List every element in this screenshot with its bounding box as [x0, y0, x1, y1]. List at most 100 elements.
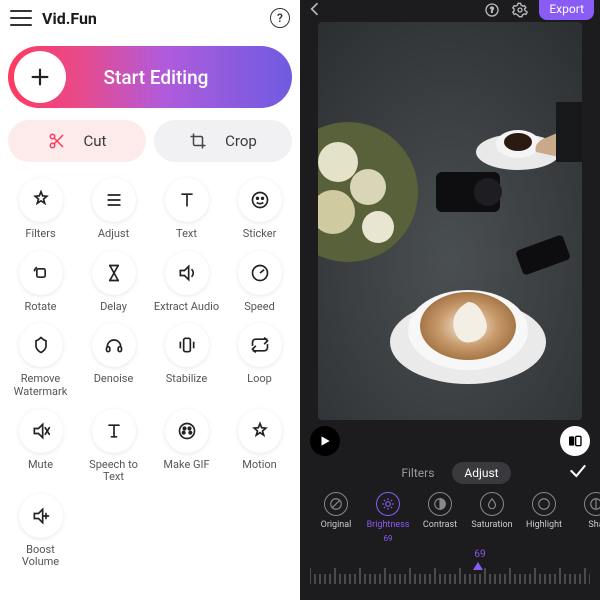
adjust-icon	[92, 178, 136, 222]
tool-delay[interactable]: Delay	[77, 251, 150, 314]
extract-audio-icon	[165, 251, 209, 295]
loop-icon	[238, 323, 282, 367]
tool-label: Speed	[244, 301, 275, 314]
tool-sticker[interactable]: Sticker	[223, 178, 296, 241]
tool-label: Make GIF	[163, 459, 209, 472]
speech-to-text-icon	[92, 409, 136, 453]
tool-rotate[interactable]: Rotate	[4, 251, 77, 314]
boost-volume-icon	[19, 494, 63, 538]
play-button[interactable]	[310, 426, 340, 456]
denoise-icon	[92, 323, 136, 367]
tool-motion[interactable]: Motion	[223, 409, 296, 484]
video-preview[interactable]	[318, 22, 582, 420]
tool-make-gif[interactable]: Make GIF	[150, 409, 223, 484]
stabilize-icon	[165, 323, 209, 367]
tool-label: Stabilize	[166, 373, 208, 386]
adjust-label: Contrast	[423, 520, 457, 530]
tool-remove-watermark[interactable]: Remove Watermark	[4, 323, 77, 398]
saturation-icon	[480, 492, 504, 516]
plus-icon	[14, 51, 66, 103]
tab-adjust[interactable]: Adjust	[452, 462, 510, 484]
tool-loop[interactable]: Loop	[223, 323, 296, 398]
home-panel: Vid.Fun ? Start Editing Cut Crop	[0, 0, 300, 600]
editor-panel: ? Export	[300, 0, 600, 600]
text-icon	[165, 178, 209, 222]
tab-filters[interactable]: Filters	[389, 462, 446, 484]
rotate-icon	[19, 251, 63, 295]
compare-icon[interactable]	[560, 426, 590, 456]
scissors-icon	[48, 132, 66, 150]
adjust-value: 69	[384, 534, 393, 543]
slider-value: 69	[370, 549, 590, 560]
remove-watermark-icon	[19, 323, 63, 367]
tool-label: Motion	[242, 459, 277, 472]
cut-button[interactable]: Cut	[8, 120, 146, 162]
help-icon[interactable]: ?	[270, 8, 290, 28]
crop-label: Crop	[225, 132, 257, 150]
shadow-icon	[584, 492, 600, 516]
tool-mute[interactable]: Mute	[4, 409, 77, 484]
adjust-slider[interactable]: 69	[300, 545, 600, 584]
make-gif-icon	[165, 409, 209, 453]
adjust-highlight[interactable]: Highlight	[518, 492, 570, 543]
tool-label: Rotate	[24, 301, 56, 314]
svg-text:?: ?	[491, 6, 495, 15]
tool-extract-audio[interactable]: Extract Audio	[150, 251, 223, 314]
tool-stabilize[interactable]: Stabilize	[150, 323, 223, 398]
crop-button[interactable]: Crop	[154, 120, 292, 162]
tool-filters[interactable]: Filters	[4, 178, 77, 241]
tool-denoise[interactable]: Denoise	[77, 323, 150, 398]
tool-speech-to-text[interactable]: Speech to Text	[77, 409, 150, 484]
tool-label: Sticker	[243, 228, 277, 241]
adjust-contrast[interactable]: Contrast	[414, 492, 466, 543]
menu-icon[interactable]	[10, 10, 32, 26]
original-icon	[324, 492, 348, 516]
contrast-icon	[428, 492, 452, 516]
settings-icon[interactable]	[511, 1, 529, 19]
tool-label: Boost Volume	[7, 544, 75, 569]
tool-label: Extract Audio	[154, 301, 219, 314]
motion-icon	[238, 409, 282, 453]
crop-icon	[189, 132, 207, 150]
cut-label: Cut	[84, 132, 107, 150]
tool-label: Delay	[100, 301, 127, 314]
delay-icon	[92, 251, 136, 295]
speed-icon	[238, 251, 282, 295]
tools-grid: Filters Adjust Text Sticker Rotate Delay Extra…	[0, 174, 300, 569]
tool-text[interactable]: Text	[150, 178, 223, 241]
adjust-label: Saturation	[471, 520, 512, 530]
confirm-icon[interactable]	[568, 461, 588, 485]
adjust-options: Original Brightness 69 Contrast Saturation Hi…	[300, 490, 600, 545]
editor-topbar: ? Export	[300, 0, 600, 20]
highlight-icon	[532, 492, 556, 516]
tool-label: Filters	[25, 228, 55, 241]
tool-label: Speech to Text	[80, 459, 148, 484]
adjust-original[interactable]: Original	[310, 492, 362, 543]
tool-label: Mute	[28, 459, 53, 472]
help-editor-icon[interactable]: ?	[483, 1, 501, 19]
tool-label: Denoise	[94, 373, 134, 386]
adjust-label: Sha	[588, 520, 600, 530]
editor-tabs: Filters Adjust	[300, 460, 600, 490]
start-editing-label: Start Editing	[66, 66, 292, 89]
tool-speed[interactable]: Speed	[223, 251, 296, 314]
app-header: Vid.Fun ?	[0, 0, 300, 36]
start-editing-button[interactable]: Start Editing	[8, 46, 292, 108]
adjust-label: Brightness	[367, 520, 410, 530]
mute-icon	[19, 409, 63, 453]
tool-label: Remove Watermark	[7, 373, 75, 398]
export-button[interactable]: Export	[539, 0, 594, 20]
brightness-icon	[376, 492, 400, 516]
sticker-icon	[238, 178, 282, 222]
adjust-label: Original	[321, 520, 352, 530]
adjust-brightness[interactable]: Brightness 69	[362, 492, 414, 543]
tool-label: Loop	[247, 373, 272, 386]
back-icon[interactable]	[306, 0, 324, 18]
adjust-shadow[interactable]: Sha	[570, 492, 600, 543]
tool-label: Text	[176, 228, 197, 241]
tool-adjust[interactable]: Adjust	[77, 178, 150, 241]
tool-boost-volume[interactable]: Boost Volume	[4, 494, 77, 569]
adjust-label: Highlight	[526, 520, 562, 530]
adjust-saturation[interactable]: Saturation	[466, 492, 518, 543]
ruler-icon	[310, 562, 590, 584]
